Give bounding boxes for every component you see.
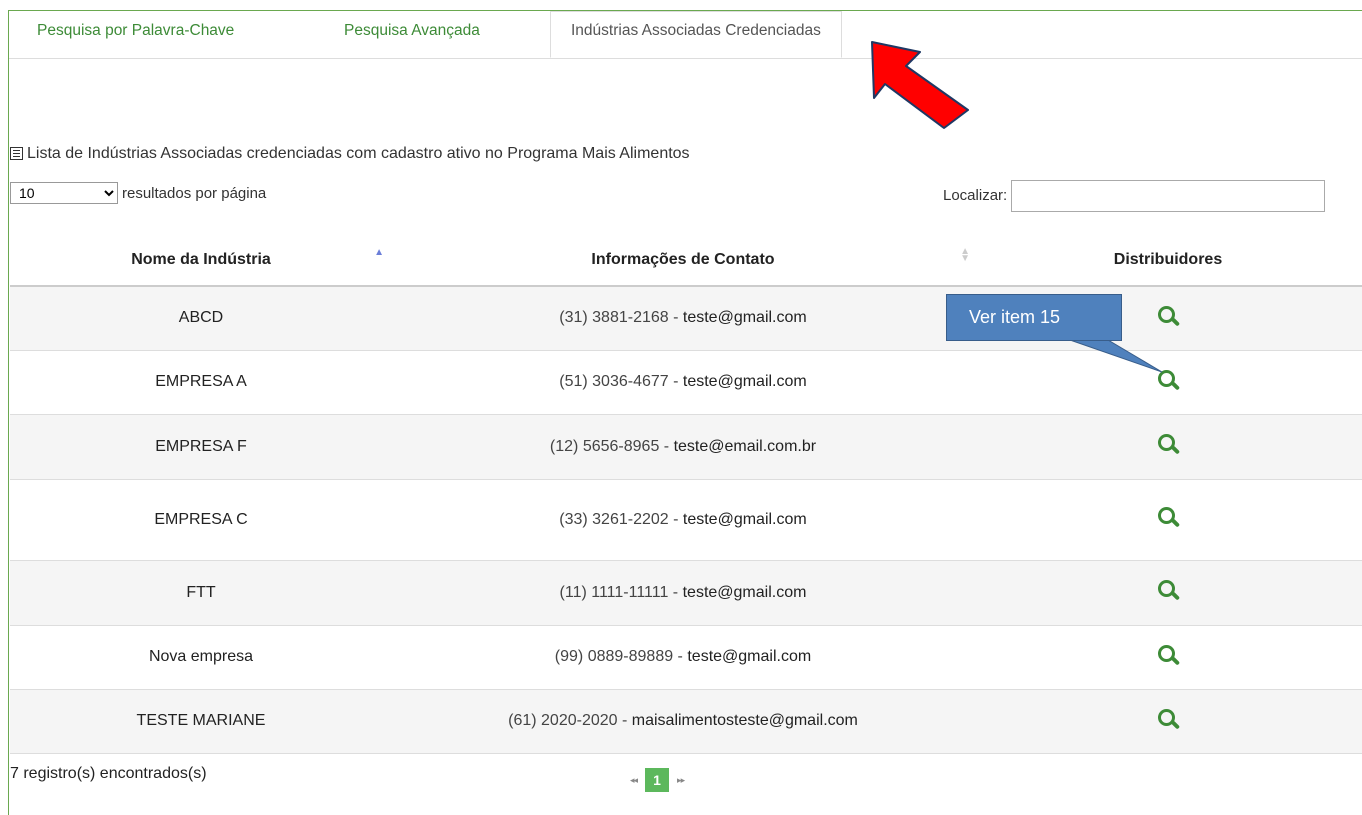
table-caption: Lista de Indústrias Associadas credencia… xyxy=(10,145,690,163)
contact-info: (31) 3881-2168 - teste@gmail.com xyxy=(392,286,974,351)
header-industry-name[interactable]: Nome da Indústria ▲ xyxy=(10,235,392,287)
header-distributors-label: Distribuidores xyxy=(1113,251,1223,268)
contact-phone: (61) 2020-2020 - xyxy=(508,712,628,729)
page-length-control: 10 resultados por página xyxy=(10,182,266,204)
records-info: 7 registro(s) encontrados(s) xyxy=(10,765,207,782)
header-distributors: Distribuidores xyxy=(974,235,1362,287)
contact-info: (11) 1111-11111 - teste@gmail.com xyxy=(392,560,974,626)
industry-name: Nova empresa xyxy=(10,625,392,690)
page-button-current[interactable]: 1 xyxy=(645,768,670,792)
page-length-label: resultados por página xyxy=(122,185,267,202)
contact-email: teste@gmail.com xyxy=(682,309,807,327)
contact-email: maisalimentosteste@gmail.com xyxy=(631,712,858,729)
table-row: EMPRESA F (12) 5656-8965 - teste@email.c… xyxy=(10,414,1362,480)
table-row: EMPRESA A (51) 3036-4677 - teste@gmail.c… xyxy=(10,350,1362,415)
contact-phone: (31) 3881-2168 - xyxy=(559,309,679,327)
contact-info: (12) 5656-8965 - teste@email.com.br xyxy=(392,414,974,480)
table-row: Nova empresa (99) 0889-89889 - teste@gma… xyxy=(10,625,1362,690)
contact-email: teste@gmail.com xyxy=(682,583,807,601)
contact-info: (51) 3036-4677 - teste@gmail.com xyxy=(392,350,974,415)
search-icon[interactable] xyxy=(1157,369,1179,391)
distributors-cell xyxy=(974,350,1362,415)
search-icon[interactable] xyxy=(1157,305,1179,327)
contact-info: (33) 3261-2202 - teste@gmail.com xyxy=(392,479,974,561)
table-row: FTT (11) 1111-11111 - teste@gmail.com xyxy=(10,560,1362,626)
tab-advanced-search[interactable]: Pesquisa Avançada xyxy=(324,11,500,58)
search-icon[interactable] xyxy=(1157,708,1179,730)
header-contact-info-label: Informações de Contato xyxy=(591,251,775,268)
search-icon[interactable] xyxy=(1157,579,1179,601)
contact-info: (99) 0889-89889 - teste@gmail.com xyxy=(392,625,974,690)
distributors-cell xyxy=(974,689,1362,754)
callout-box: Ver item 15 xyxy=(946,294,1122,341)
tab-keyword-search[interactable]: Pesquisa por Palavra-Chave xyxy=(17,11,254,58)
contact-email: teste@gmail.com xyxy=(687,648,812,665)
page-length-select[interactable]: 10 xyxy=(10,182,118,204)
search-icon[interactable] xyxy=(1157,644,1179,666)
distributors-cell xyxy=(974,479,1362,561)
table-row: TESTE MARIANE (61) 2020-2020 - maisalime… xyxy=(10,689,1362,754)
contact-email: teste@gmail.com xyxy=(682,373,807,390)
contact-phone: (12) 5656-8965 - xyxy=(549,437,670,455)
contact-info: (61) 2020-2020 - maisalimentosteste@gmai… xyxy=(392,689,974,754)
contact-email: teste@gmail.com xyxy=(682,510,807,528)
industry-name: ABCD xyxy=(10,286,392,351)
contact-email: teste@email.com.br xyxy=(673,437,817,455)
sort-asc-icon: ▲ xyxy=(374,247,384,258)
search-icon[interactable] xyxy=(1157,506,1179,528)
tab-associated-industries[interactable]: Indústrias Associadas Credenciadas xyxy=(550,11,842,58)
contact-phone: (11) 1111-11111 - xyxy=(559,583,679,601)
search-label: Localizar: xyxy=(943,186,1008,204)
industry-name: TESTE MARIANE xyxy=(10,689,392,754)
previous-page-icon[interactable]: ◂◂ xyxy=(630,775,638,786)
contact-phone: (33) 3261-2202 - xyxy=(559,510,679,528)
industry-name: FTT xyxy=(10,560,392,626)
search-input[interactable] xyxy=(1011,180,1326,212)
pagination: ◂◂ 1 ▸▸ xyxy=(630,768,685,792)
caption-text: Lista de Indústrias Associadas credencia… xyxy=(27,145,690,162)
next-page-icon[interactable]: ▸▸ xyxy=(677,775,685,786)
industry-name: EMPRESA F xyxy=(10,414,392,480)
search-icon[interactable] xyxy=(1157,433,1179,455)
search-control: Localizar: xyxy=(943,180,1326,212)
industry-name: EMPRESA A xyxy=(10,350,392,415)
distributors-cell xyxy=(974,560,1362,626)
tab-bar: Pesquisa por Palavra-Chave Pesquisa Avan… xyxy=(9,11,1362,59)
sort-both-icon: ▲ ▼ xyxy=(960,246,970,264)
header-contact-info[interactable]: Informações de Contato ▲ ▼ xyxy=(392,235,974,287)
contact-phone: (99) 0889-89889 - xyxy=(554,648,683,665)
distributors-cell xyxy=(974,414,1362,480)
distributors-cell xyxy=(974,625,1362,690)
industry-name: EMPRESA C xyxy=(10,479,392,561)
table-row: EMPRESA C (33) 3261-2202 - teste@gmail.c… xyxy=(10,479,1362,561)
industries-table: Nome da Indústria ▲ Informações de Conta… xyxy=(10,235,1362,754)
contact-phone: (51) 3036-4677 - xyxy=(559,373,679,390)
header-industry-name-label: Nome da Indústria xyxy=(131,251,271,268)
table-row: ABCD (31) 3881-2168 - teste@gmail.com xyxy=(10,286,1362,351)
list-icon xyxy=(10,147,23,160)
